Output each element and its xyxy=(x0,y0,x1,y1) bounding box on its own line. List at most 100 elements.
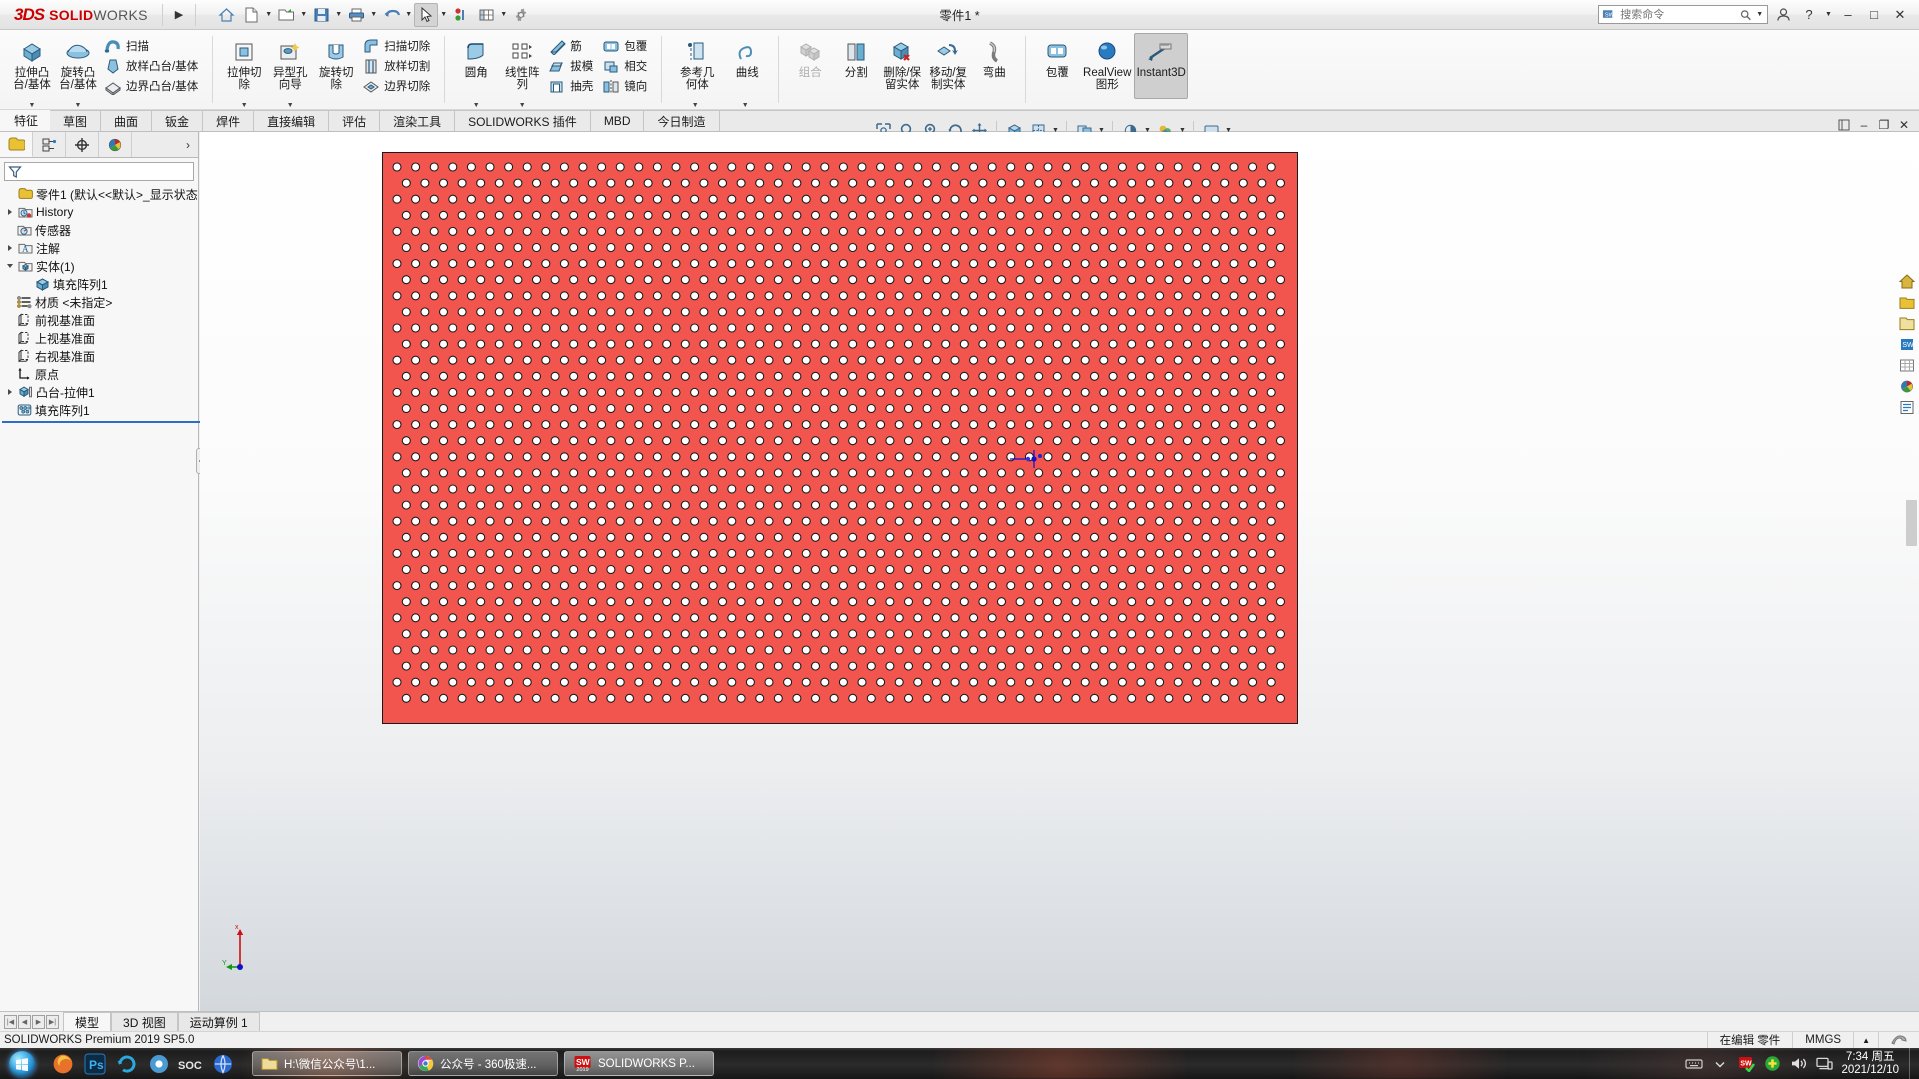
cad-icon[interactable]: SOC xyxy=(178,1051,204,1077)
sweep-cut-button[interactable]: 扫描切除 xyxy=(359,36,436,56)
shell-button[interactable]: 抽壳 xyxy=(545,76,599,96)
loft-boss-button[interactable]: 放样凸台/基体 xyxy=(101,56,204,76)
print-dropdown[interactable]: ▼ xyxy=(369,11,378,18)
browser-blue-icon[interactable] xyxy=(210,1051,236,1077)
save-icon[interactable] xyxy=(309,3,333,27)
security-icon[interactable] xyxy=(1763,1055,1781,1073)
fillet-button[interactable]: 圆角 xyxy=(453,33,499,99)
options-dropdown[interactable]: ▼ xyxy=(499,11,508,18)
reference-geometry-button[interactable]: 参考几何体 xyxy=(670,33,724,99)
tree-item-history[interactable]: History xyxy=(2,203,198,221)
sync-icon[interactable] xyxy=(114,1051,140,1077)
tab-surfaces[interactable]: 曲面 xyxy=(101,110,152,131)
search-dropdown-icon[interactable]: ▼ xyxy=(1756,11,1764,18)
prev-tab-button[interactable]: ◀ xyxy=(18,1015,31,1029)
mirror-button[interactable]: 镜向 xyxy=(599,76,653,96)
hole-wizard-button[interactable]: 异型孔向导 xyxy=(267,33,313,99)
last-tab-button[interactable]: ▶| xyxy=(46,1015,59,1029)
volume-icon[interactable] xyxy=(1789,1055,1807,1073)
tree-item-front-plane[interactable]: 前视基准面 xyxy=(2,311,198,329)
next-tab-button[interactable]: ▶ xyxy=(32,1015,45,1029)
revolve-boss-button[interactable]: 旋转凸台/基体 xyxy=(55,33,101,99)
tab-solidworks-addins[interactable]: SOLIDWORKS 插件 xyxy=(455,110,591,131)
curves-button[interactable]: 曲线 xyxy=(724,33,770,99)
instant3d-button[interactable]: Instant3D xyxy=(1134,33,1188,99)
tree-item-origin[interactable]: 原点 xyxy=(2,365,198,383)
custom-properties-icon[interactable] xyxy=(1898,398,1916,416)
loft-cut-button[interactable]: 放样切割 xyxy=(359,56,436,76)
draft-button[interactable]: 拔模 xyxy=(545,56,599,76)
tab-features[interactable]: 特征 xyxy=(0,110,50,131)
photoshop-icon[interactable]: Ps xyxy=(82,1051,108,1077)
tree-item-material[interactable]: 材质 <未指定> xyxy=(2,293,198,311)
doctab-model[interactable]: 模型 xyxy=(63,1012,111,1031)
options-grid-icon[interactable] xyxy=(474,3,498,27)
taskbar-clock[interactable]: 7:34 周五 2021/12/10 xyxy=(1841,1051,1913,1077)
select-dropdown[interactable]: ▼ xyxy=(439,11,448,18)
close-button[interactable]: ✕ xyxy=(1889,4,1911,26)
tree-item-top-plane[interactable]: 上视基准面 xyxy=(2,329,198,347)
tree-filter-input[interactable] xyxy=(4,162,194,181)
new-document-dropdown[interactable]: ▼ xyxy=(264,11,273,18)
tree-item-sensors[interactable]: 传感器 xyxy=(2,221,198,239)
split-button[interactable]: 分割 xyxy=(833,33,879,99)
search-input[interactable]: SW ▼ xyxy=(1598,5,1768,24)
tab-sketch[interactable]: 草图 xyxy=(50,110,101,131)
tree-toggle[interactable] xyxy=(4,209,15,215)
select-arrow-icon[interactable] xyxy=(414,3,438,27)
rebuild-icon[interactable] xyxy=(449,3,473,27)
feature-manager-tab[interactable] xyxy=(0,132,33,157)
realview-button[interactable]: RealView图形 xyxy=(1080,33,1134,99)
status-overlay-icon[interactable] xyxy=(1878,1032,1919,1049)
menu-expand-arrow[interactable]: ▶ xyxy=(167,8,191,21)
tree-item-body-fill-pattern[interactable]: 填充阵列1 xyxy=(2,275,198,293)
tree-item-fill-pattern1[interactable]: 填充阵列1 xyxy=(2,401,198,419)
file-explorer-icon[interactable] xyxy=(1898,314,1916,332)
taskbar-item-browser[interactable]: 公众号 - 360极速... xyxy=(408,1051,558,1076)
tree-item-part-root[interactable]: 零件1 (默认<<默认>_显示状态 1>) xyxy=(2,185,198,203)
panel-expand-icon[interactable]: › xyxy=(178,132,198,157)
tab-sheetmetal[interactable]: 钣金 xyxy=(152,110,203,131)
start-button[interactable] xyxy=(0,1048,44,1079)
first-tab-button[interactable]: |◀ xyxy=(4,1015,17,1029)
display-manager-tab[interactable] xyxy=(99,132,132,157)
extrude-boss-button[interactable]: 拉伸凸台/基体 xyxy=(9,33,55,99)
show-desktop-button[interactable] xyxy=(1909,1048,1919,1079)
appearances-pane-icon[interactable] xyxy=(1898,377,1916,395)
wrap2-button[interactable]: 包覆 xyxy=(1034,33,1080,99)
new-document-icon[interactable] xyxy=(239,3,263,27)
undo-dropdown[interactable]: ▼ xyxy=(404,11,413,18)
tab-weldments[interactable]: 焊件 xyxy=(203,110,254,131)
flex-button[interactable]: 弯曲 xyxy=(971,33,1017,99)
save-dropdown[interactable]: ▼ xyxy=(334,11,343,18)
keyboard-icon[interactable] xyxy=(1685,1055,1703,1073)
home-pane-icon[interactable] xyxy=(1898,272,1916,290)
tree-item-solid-bodies[interactable]: 实体(1) xyxy=(2,257,198,275)
taskbar-item-explorer[interactable]: H:\微信公众号\1... xyxy=(252,1051,402,1076)
search-pane-icon[interactable]: SW xyxy=(1898,335,1916,353)
tab-evaluate[interactable]: 评估 xyxy=(329,110,380,131)
boundary-boss-button[interactable]: 边界凸台/基体 xyxy=(101,76,204,96)
open-dropdown[interactable]: ▼ xyxy=(299,11,308,18)
tab-dfm[interactable]: 今日制造 xyxy=(644,110,719,131)
doctab-motion-study[interactable]: 运动算例 1 xyxy=(178,1012,260,1031)
media-icon[interactable] xyxy=(146,1051,172,1077)
firefox-icon[interactable] xyxy=(50,1051,76,1077)
taskbar-item-solidworks[interactable]: SW2019 SOLIDWORKS P... xyxy=(564,1051,714,1076)
user-account-icon[interactable] xyxy=(1772,4,1794,26)
home-icon[interactable] xyxy=(214,3,238,27)
wrap-button[interactable]: 包覆 xyxy=(599,36,653,56)
tree-item-annotations[interactable]: A 注解 xyxy=(2,239,198,257)
tab-direct-editing[interactable]: 直接编辑 xyxy=(254,110,329,131)
revolve-cut-button[interactable]: 旋转切除 xyxy=(313,33,359,99)
view-palette-icon[interactable] xyxy=(1898,356,1916,374)
gear-icon[interactable] xyxy=(509,3,533,27)
tree-toggle[interactable] xyxy=(4,389,15,395)
network-icon[interactable] xyxy=(1815,1055,1833,1073)
boundary-cut-button[interactable]: 边界切除 xyxy=(359,76,436,96)
graphics-area[interactable]: x Y SW xyxy=(200,132,1919,1011)
rib-button[interactable]: 筋 xyxy=(545,36,599,56)
maximize-button[interactable]: □ xyxy=(1863,4,1885,26)
status-units-expand[interactable]: ▲ xyxy=(1853,1032,1878,1049)
doctab-3dviews[interactable]: 3D 视图 xyxy=(111,1012,178,1031)
